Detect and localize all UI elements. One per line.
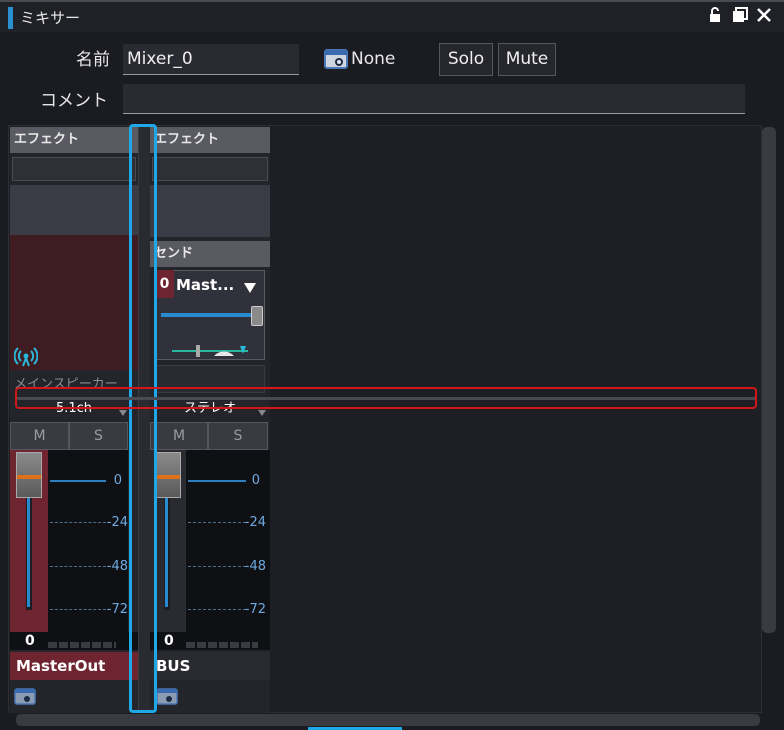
fader-level: [165, 490, 168, 607]
mute-toggle[interactable]: M: [10, 422, 69, 450]
camera-icon[interactable]: [156, 687, 178, 705]
strip-name[interactable]: BUS: [150, 652, 270, 680]
window-title: ミキサー: [20, 9, 81, 27]
dropdown-arrow-icon: [119, 410, 127, 416]
none-label: None: [351, 49, 396, 69]
solo-toggle[interactable]: S: [69, 422, 128, 450]
scale-label: -24: [244, 515, 266, 530]
effect-header: エフェクト: [150, 127, 270, 153]
mute-toggle[interactable]: M: [150, 422, 208, 450]
solo-button[interactable]: Solo: [439, 43, 493, 76]
level-meter: [48, 642, 116, 648]
fader-handle[interactable]: [155, 452, 181, 498]
scale-label: 0: [113, 473, 122, 488]
camera-icon[interactable]: [14, 687, 36, 705]
strip-name[interactable]: MasterOut: [10, 652, 138, 680]
restore-icon[interactable]: [731, 7, 749, 25]
scale-label: -48: [244, 559, 266, 574]
level-value: 0: [164, 633, 174, 649]
effect-area: [150, 185, 270, 237]
vertical-scrollbar[interactable]: [762, 127, 776, 633]
send-level-slider[interactable]: [161, 313, 253, 317]
camera-icon[interactable]: [324, 48, 350, 70]
scale-label: 0: [251, 473, 260, 488]
scale-line: [50, 522, 106, 523]
scale-label: -72: [244, 602, 266, 617]
dropdown-arrow-icon: [258, 410, 266, 416]
title-bar: [0, 0, 784, 32]
send-slider-handle[interactable]: [251, 306, 263, 326]
send-value: 0: [155, 270, 174, 298]
comment-label: コメント: [40, 91, 108, 111]
row-splitter[interactable]: [17, 397, 755, 400]
scale-line: [50, 566, 106, 567]
send-header: センド: [150, 241, 270, 267]
close-icon[interactable]: [755, 7, 773, 25]
level-value: 0: [25, 633, 35, 649]
broadcast-icon[interactable]: [13, 347, 39, 367]
title-accent: [8, 7, 13, 29]
effect-header: エフェクト: [10, 127, 138, 153]
name-label: 名前: [76, 50, 110, 70]
send-target-select[interactable]: Mast...: [176, 276, 234, 294]
scale-label: -24: [106, 515, 128, 530]
dropdown-arrow-icon[interactable]: [243, 279, 257, 298]
effect-slot[interactable]: [12, 157, 136, 181]
mute-button[interactable]: Mute: [498, 43, 556, 76]
selection-highlight-column: [129, 124, 157, 713]
horizontal-scrollbar[interactable]: [16, 714, 760, 726]
effect-area: [10, 185, 138, 235]
pan-control[interactable]: [170, 342, 250, 360]
effect-slot[interactable]: [152, 157, 268, 181]
solo-toggle[interactable]: S: [208, 422, 268, 450]
fader-level: [27, 490, 30, 607]
scale-label: -72: [106, 602, 128, 617]
scale-line: [188, 480, 246, 482]
lock-icon[interactable]: [706, 7, 724, 25]
comment-input[interactable]: [123, 84, 745, 114]
name-input[interactable]: Mixer_0: [123, 44, 299, 75]
level-meter: [186, 642, 258, 648]
scale-line: [50, 480, 106, 482]
fader-handle[interactable]: [16, 452, 42, 498]
scale-line: [50, 609, 106, 610]
scale-label: -48: [106, 559, 128, 574]
